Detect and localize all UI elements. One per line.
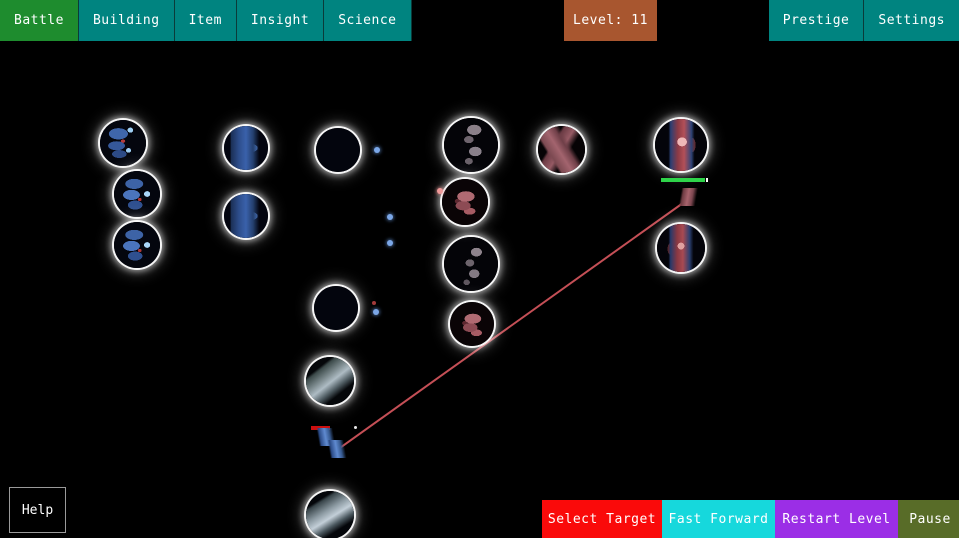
enemy-unit-4-sprite-icon: [655, 119, 707, 171]
projectile-blue-2: [387, 214, 393, 220]
select-target-button-label: Select Target: [547, 511, 657, 527]
tab-item[interactable]: Item: [174, 0, 237, 41]
tab-science[interactable]: Science: [324, 0, 412, 41]
enemy-health-bar-fill: [661, 178, 706, 182]
tab-building[interactable]: Building: [78, 0, 175, 41]
tab-settings[interactable]: Settings: [864, 0, 959, 41]
player-unit-5[interactable]: [224, 194, 268, 238]
enemy-unit-3[interactable]: [538, 126, 585, 173]
tab-prestige-label: Prestige: [782, 13, 850, 28]
projectile-red-1: [372, 301, 376, 305]
player-unit-8-sprite-icon: [306, 357, 354, 405]
tab-insight[interactable]: Insight: [236, 0, 325, 41]
player-unit-8[interactable]: [306, 357, 354, 405]
restart-level-button[interactable]: Restart Level: [775, 500, 898, 538]
tab-building-label: Building: [92, 13, 160, 28]
player-health-bar-fill: [311, 426, 330, 430]
player-unit-5-sprite-icon: [224, 194, 268, 238]
projectile-blue-3: [387, 240, 393, 246]
neutral-unit-2-sprite-icon: [444, 237, 498, 291]
enemy-unit-1[interactable]: [442, 179, 488, 225]
select-target-button[interactable]: Select Target: [542, 500, 662, 538]
player-unit-6[interactable]: [316, 128, 360, 172]
pause-button[interactable]: Pause: [898, 500, 959, 538]
projectile-blue-4: [373, 309, 379, 315]
tab-battle-label: Battle: [14, 13, 64, 28]
player-unit-7[interactable]: [314, 286, 358, 330]
projectile-white-1: [354, 426, 357, 429]
enemy-health-bar-cap: [706, 178, 708, 182]
nav-right-tabs: Prestige Settings: [768, 0, 959, 41]
tab-science-label: Science: [338, 13, 397, 28]
enemy-laser-source-ship: [678, 188, 702, 206]
enemy-unit-2-sprite-icon: [450, 302, 494, 346]
player-unit-2[interactable]: [114, 171, 160, 217]
tab-prestige[interactable]: Prestige: [768, 0, 865, 41]
tab-battle[interactable]: Battle: [0, 0, 79, 41]
player-unit-4-sprite-icon: [224, 126, 268, 170]
tab-insight-label: Insight: [250, 13, 310, 28]
player-unit-7-sprite-icon: [314, 286, 358, 330]
restart-level-button-label: Restart Level: [782, 511, 891, 527]
nav-left-tabs: Battle Building Item Insight Science: [0, 0, 412, 41]
neutral-unit-2[interactable]: [444, 237, 498, 291]
player-damaged-ship-a: [316, 428, 338, 446]
player-damaged-ship-b: [327, 440, 349, 458]
enemy-unit-3-sprite-icon: [538, 126, 585, 173]
help-button-label: Help: [21, 502, 54, 518]
player-unit-3[interactable]: [114, 222, 160, 268]
player-unit-1-sprite-icon: [100, 120, 146, 166]
player-unit-1[interactable]: [100, 120, 146, 166]
action-button-bar: Select Target Fast Forward Restart Level Pa…: [542, 500, 959, 538]
player-unit-6-sprite-icon: [316, 128, 360, 172]
fast-forward-button-label: Fast Forward: [668, 511, 769, 527]
player-unit-2-sprite-icon: [114, 171, 160, 217]
projectile-blue-1: [374, 147, 380, 153]
neutral-unit-1-sprite-icon: [444, 118, 498, 172]
enemy-unit-4[interactable]: [655, 119, 707, 171]
fast-forward-button[interactable]: Fast Forward: [662, 500, 775, 538]
player-unit-9-sprite-icon: [306, 491, 354, 538]
player-unit-3-sprite-icon: [114, 222, 160, 268]
player-unit-4[interactable]: [224, 126, 268, 170]
projectile-pink-1: [437, 188, 443, 194]
level-badge: Level: 11: [564, 0, 657, 41]
help-button[interactable]: Help: [9, 487, 66, 533]
enemy-unit-5-sprite-icon: [657, 224, 705, 272]
enemy-health-bar: [661, 178, 708, 182]
player-unit-9[interactable]: [306, 491, 354, 538]
enemy-unit-1-sprite-icon: [442, 179, 488, 225]
tab-settings-label: Settings: [878, 13, 945, 28]
player-health-bar: [311, 426, 330, 430]
level-badge-label: Level: 11: [573, 13, 648, 28]
neutral-unit-1[interactable]: [444, 118, 498, 172]
pause-button-label: Pause: [909, 511, 951, 527]
enemy-laser-beam: [336, 197, 691, 451]
tab-item-label: Item: [188, 13, 222, 28]
enemy-unit-5[interactable]: [657, 224, 705, 272]
battlefield-canvas[interactable]: [0, 41, 959, 538]
enemy-unit-2[interactable]: [450, 302, 494, 346]
